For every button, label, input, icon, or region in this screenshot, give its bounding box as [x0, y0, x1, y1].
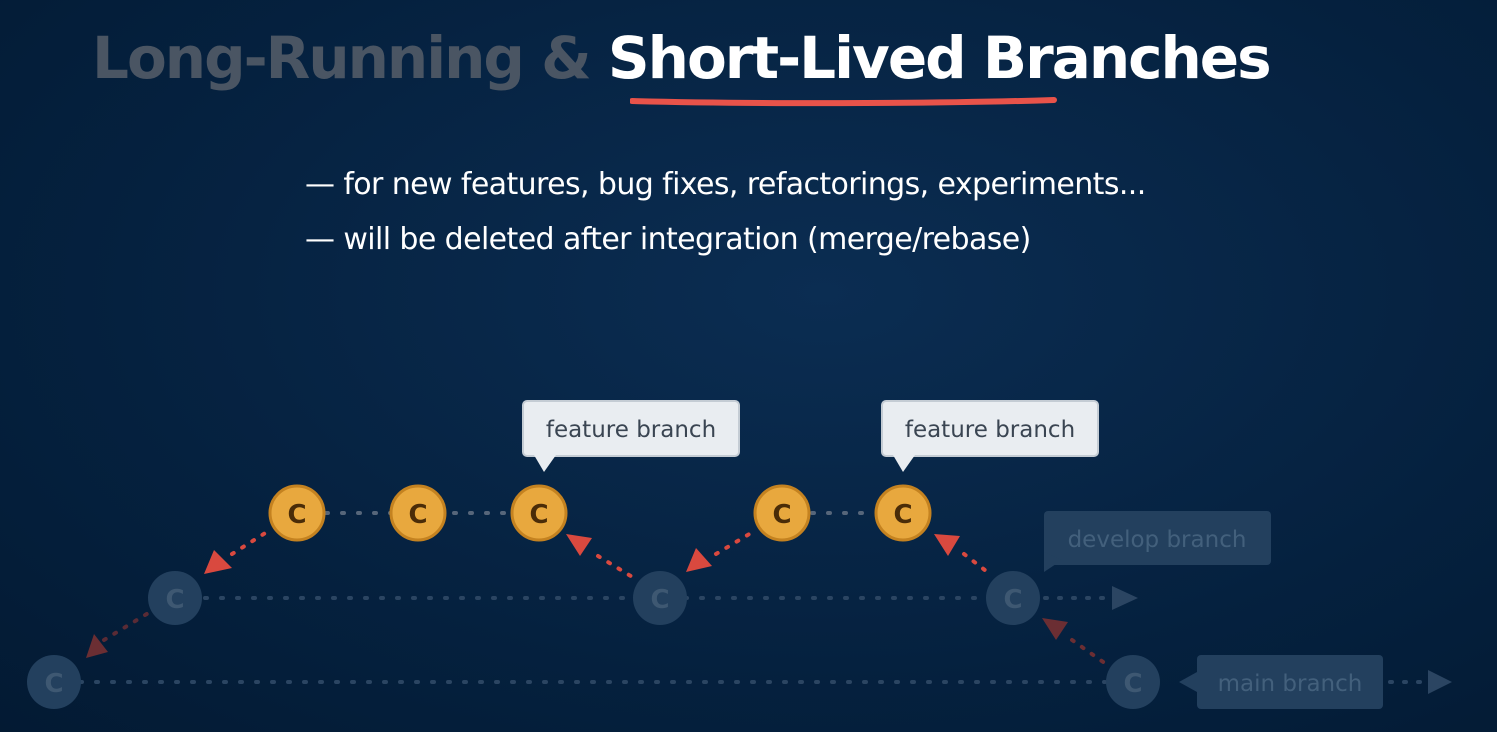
commit-develop-1: C — [148, 571, 202, 625]
commit-main-1: C — [27, 655, 81, 709]
commit-label: C — [1123, 669, 1142, 699]
connector-develop-main — [1070, 638, 1108, 666]
label-text: feature branch — [905, 417, 1075, 443]
connector-feature-2-develop — [962, 552, 992, 576]
commit-label: C — [287, 500, 306, 530]
commit-label: C — [772, 500, 791, 530]
commit-feature-1-a: C — [268, 484, 326, 542]
commit-label: C — [165, 585, 184, 615]
commit-label: C — [529, 500, 548, 530]
label-develop-branch: develop branch — [1044, 511, 1271, 572]
commit-label: C — [650, 585, 669, 615]
main-branch-arrow-icon — [1428, 670, 1452, 694]
connector-develop-feature-2 — [714, 528, 758, 556]
connector-main-develop — [102, 610, 152, 642]
commit-feature-2-b: C — [874, 484, 932, 542]
label-feature-branch-1: feature branch — [522, 400, 740, 472]
commit-feature-1-c: C — [510, 484, 568, 542]
label-text: main branch — [1218, 671, 1363, 697]
commit-main-2: C — [1106, 655, 1160, 709]
commit-label: C — [1003, 585, 1022, 615]
commit-feature-2-a: C — [753, 484, 811, 542]
connector-arrow-icon — [686, 548, 712, 572]
commit-develop-2: C — [633, 571, 687, 625]
connector-develop-feature-1 — [230, 528, 272, 556]
connector-arrow-icon — [1042, 618, 1068, 640]
connector-feature-1-develop — [596, 554, 636, 580]
develop-branch-arrow-icon — [1112, 586, 1138, 610]
label-text: feature branch — [546, 417, 716, 443]
label-text: develop branch — [1068, 527, 1247, 553]
branch-diagram: C C C C C C C C C C feature branch featu… — [27, 400, 1452, 709]
commit-feature-1-b: C — [389, 484, 447, 542]
connector-arrow-icon — [204, 550, 232, 574]
commit-label: C — [408, 500, 427, 530]
commit-label: C — [44, 669, 63, 699]
connector-arrow-icon — [566, 534, 592, 556]
commit-label: C — [893, 500, 912, 530]
label-feature-branch-2: feature branch — [881, 400, 1099, 472]
label-main-branch: main branch — [1179, 655, 1383, 709]
commit-develop-3: C — [986, 571, 1040, 625]
connector-arrow-icon — [934, 534, 960, 556]
